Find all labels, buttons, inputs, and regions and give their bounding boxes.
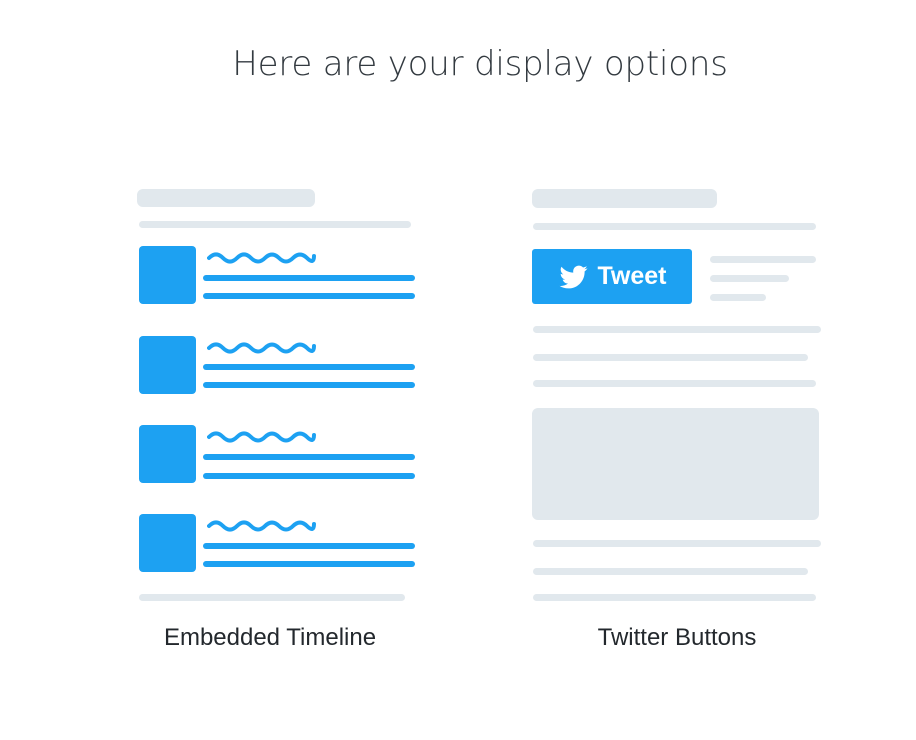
placeholder-line	[533, 594, 816, 601]
tweet-line	[203, 364, 415, 370]
twitter-buttons-label: Twitter Buttons	[597, 624, 757, 651]
placeholder-line	[533, 540, 821, 547]
page-title: Here are your display options	[232, 44, 728, 84]
placeholder-line	[533, 354, 808, 361]
tweet-button-preview: Tweet	[532, 249, 692, 304]
squiggle-icon	[207, 342, 316, 354]
placeholder-line	[139, 221, 411, 228]
tweet-line	[203, 543, 415, 549]
squiggle-icon	[207, 431, 316, 443]
placeholder-line	[533, 568, 808, 575]
tweet-button-label: Tweet	[597, 262, 667, 290]
avatar	[139, 514, 196, 572]
placeholder-header-bar	[532, 189, 717, 208]
squiggle-icon	[207, 252, 316, 264]
avatar	[139, 246, 196, 304]
twitter-bird-icon	[559, 265, 588, 288]
avatar	[139, 425, 196, 483]
squiggle-icon	[207, 520, 316, 532]
placeholder-line	[710, 256, 816, 263]
tweet-line	[203, 275, 415, 281]
tweet-line	[203, 293, 415, 299]
tweet-line	[203, 473, 415, 479]
placeholder-line	[533, 380, 816, 387]
embedded-timeline-option[interactable]: Embedded Timeline	[137, 188, 427, 658]
embedded-timeline-label: Embedded Timeline	[163, 624, 377, 651]
avatar	[139, 336, 196, 394]
placeholder-media-block	[532, 408, 819, 520]
tweet-line	[203, 561, 415, 567]
twitter-buttons-option[interactable]: Tweet Twitter Buttons	[532, 188, 822, 658]
placeholder-line	[533, 223, 816, 230]
placeholder-line	[533, 326, 821, 333]
tweet-line	[203, 382, 415, 388]
placeholder-line	[710, 275, 789, 282]
tweet-line	[203, 454, 415, 460]
placeholder-line	[139, 594, 405, 601]
placeholder-header-bar	[137, 189, 315, 207]
placeholder-line	[710, 294, 766, 301]
